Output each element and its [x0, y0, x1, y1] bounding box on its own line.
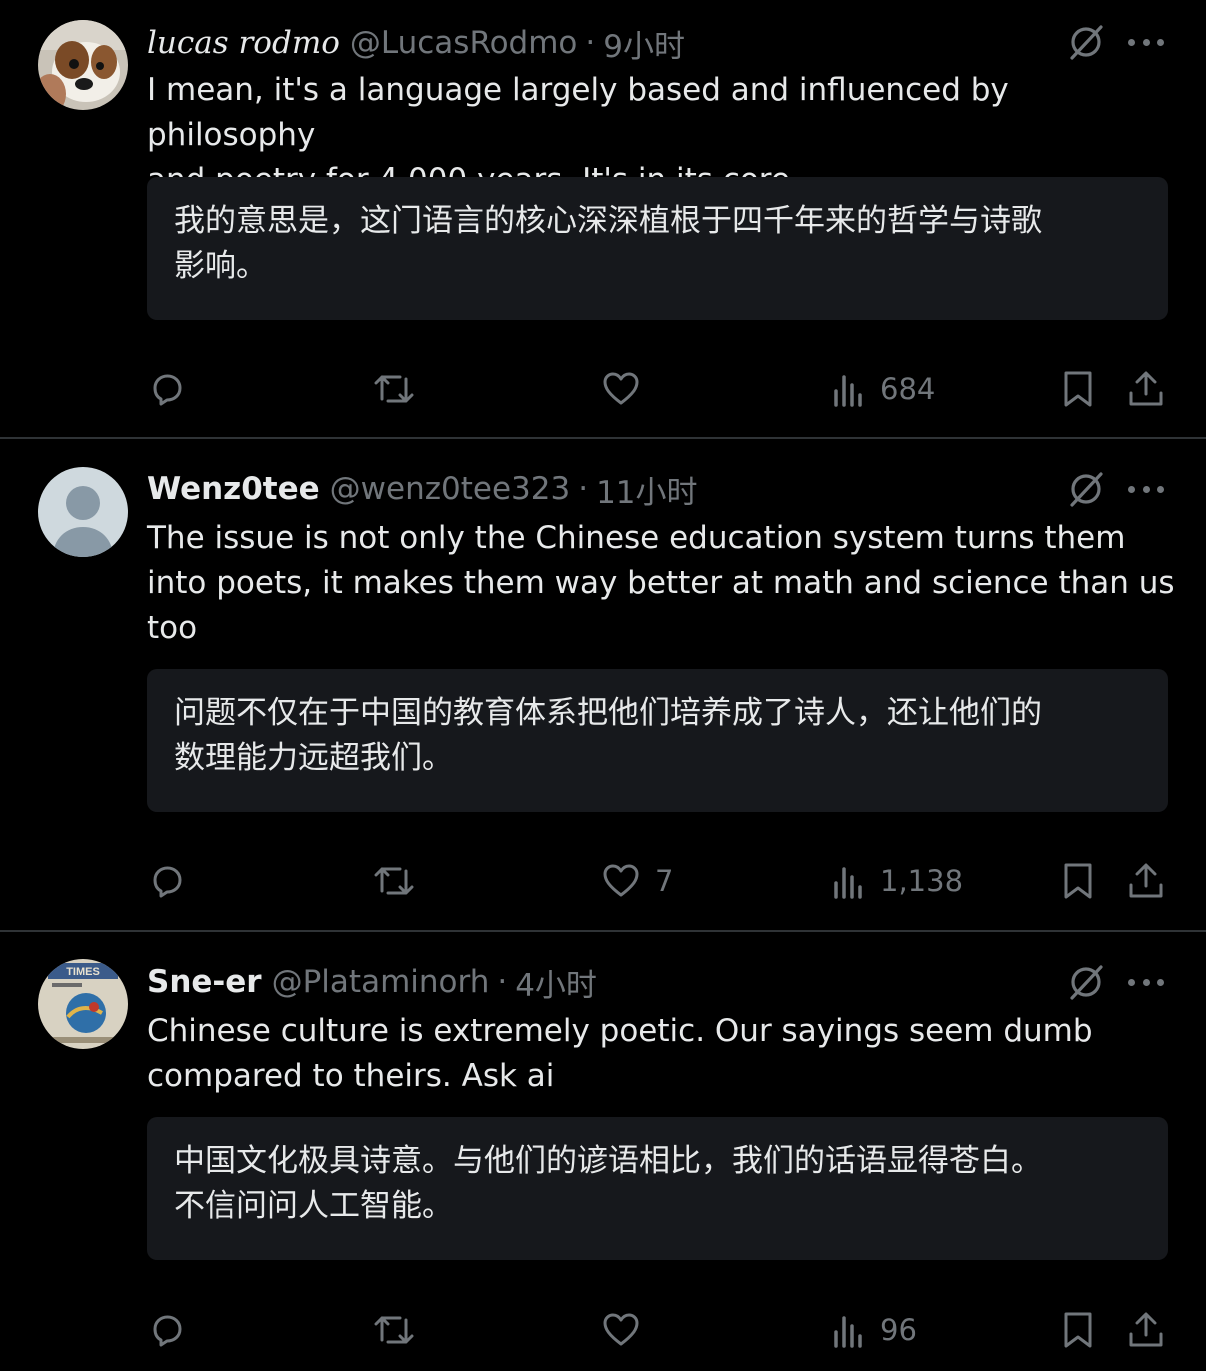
- display-name[interactable]: Wenz0tee: [147, 471, 320, 507]
- grok-icon[interactable]: [1066, 469, 1106, 509]
- translation-box: 中国文化极具诗意。与他们的谚语相比，我们的话语显得苍白。 不信问问人工智能。: [147, 1117, 1168, 1260]
- post-text: The issue is not only the Chinese educat…: [147, 516, 1177, 651]
- reply-button[interactable]: [147, 364, 187, 414]
- views-count: 96: [880, 1313, 917, 1347]
- retweet-button[interactable]: [372, 1305, 416, 1355]
- post-wenz0tee[interactable]: Wenz0tee @wenz0tee323 · 11小时 The issue i…: [0, 440, 1206, 930]
- action-bar: 684: [0, 364, 1206, 414]
- reply-icon: [153, 1315, 182, 1347]
- post-lucasrodmo[interactable]: lucas rodmo @LucasRodmo · 9小时 I mean, it…: [0, 0, 1206, 438]
- share-icon: [1129, 1312, 1163, 1347]
- bookmark-icon: [1064, 863, 1092, 899]
- like-icon: [603, 864, 639, 897]
- like-icon: [603, 1313, 639, 1346]
- translation-line: 影响。: [174, 248, 267, 284]
- post-sne-er[interactable]: TIMES Sne-er @Plataminorh · 4小时 Chinese …: [0, 932, 1206, 1371]
- reply-icon: [153, 374, 182, 406]
- translation-line: 数理能力远超我们。: [174, 740, 453, 776]
- translation-line: 我的意思是，这门语言的核心深深植根于四千年来的哲学与诗歌: [174, 203, 1042, 239]
- timestamp[interactable]: 11小时: [596, 467, 697, 512]
- display-name[interactable]: lucas rodmo: [147, 25, 340, 61]
- share-icon: [1129, 371, 1163, 406]
- reply-icon: [153, 866, 182, 898]
- bookmark-icon: [1064, 371, 1092, 407]
- views-button[interactable]: 684: [830, 364, 935, 414]
- separator-dot: ·: [578, 471, 589, 507]
- avatar-magazine-title: TIMES: [66, 966, 100, 978]
- handle[interactable]: @wenz0tee323: [330, 471, 571, 507]
- like-button[interactable]: [601, 364, 641, 414]
- retweet-icon: [374, 375, 414, 403]
- reply-button[interactable]: [147, 856, 187, 906]
- post-header: Sne-er @Plataminorh · 4小时: [147, 960, 597, 1004]
- grok-icon[interactable]: [1066, 962, 1106, 1002]
- post-header: lucas rodmo @LucasRodmo · 9小时: [147, 21, 685, 65]
- likes-count: 7: [655, 864, 674, 898]
- translation-line: 中国文化极具诗意。与他们的谚语相比，我们的话语显得苍白。: [174, 1143, 1042, 1179]
- translation-box: 我的意思是，这门语言的核心深深植根于四千年来的哲学与诗歌 影响。: [147, 177, 1168, 320]
- handle[interactable]: @LucasRodmo: [350, 25, 578, 61]
- post-text-line: too: [147, 610, 198, 646]
- translation-box: 问题不仅在于中国的教育体系把他们培养成了诗人，还让他们的 数理能力远超我们。: [147, 669, 1168, 812]
- grok-icon[interactable]: [1066, 22, 1106, 62]
- like-icon: [603, 372, 639, 405]
- more-icon[interactable]: [1128, 30, 1164, 54]
- translation-line: 问题不仅在于中国的教育体系把他们培养成了诗人，还让他们的: [174, 695, 1042, 731]
- handle[interactable]: @Plataminorh: [272, 964, 490, 1000]
- views-count: 684: [880, 372, 936, 406]
- bookmark-button[interactable]: [1059, 364, 1097, 414]
- action-bar: 7 1,138: [0, 856, 1206, 906]
- avatar-default[interactable]: [38, 467, 128, 557]
- bookmark-button[interactable]: [1059, 1305, 1097, 1355]
- more-icon[interactable]: [1128, 970, 1164, 994]
- views-count: 1,138: [880, 864, 964, 898]
- avatar-magazine[interactable]: TIMES: [38, 959, 128, 1049]
- share-button[interactable]: [1126, 364, 1166, 414]
- retweet-button[interactable]: [372, 856, 416, 906]
- retweet-icon: [374, 1316, 414, 1344]
- bookmark-icon: [1064, 1312, 1092, 1348]
- translation-line: 不信问问人工智能。: [174, 1188, 453, 1224]
- post-header: Wenz0tee @wenz0tee323 · 11小时: [147, 467, 698, 511]
- action-bar: 96: [0, 1305, 1206, 1355]
- separator-dot: ·: [585, 25, 596, 61]
- post-text-line: into poets, it makes them way better at …: [147, 565, 1175, 601]
- post-text-line: The issue is not only the Chinese educat…: [147, 520, 1126, 556]
- reply-button[interactable]: [147, 1305, 187, 1355]
- like-button[interactable]: 7: [601, 856, 673, 906]
- post-text-line: Chinese culture is extremely poetic. Our…: [147, 1013, 1093, 1049]
- timestamp[interactable]: 4小时: [515, 960, 597, 1005]
- display-name[interactable]: Sne-er: [147, 964, 262, 1000]
- views-button[interactable]: 96: [830, 1305, 917, 1355]
- post-text-line: I mean, it's a language largely based an…: [147, 72, 1009, 153]
- separator-dot: ·: [497, 964, 508, 1000]
- more-icon[interactable]: [1128, 477, 1164, 501]
- views-icon: [834, 867, 862, 899]
- post-text: Chinese culture is extremely poetic. Our…: [147, 1009, 1177, 1099]
- post-text-line: compared to theirs. Ask ai: [147, 1058, 555, 1094]
- bookmark-button[interactable]: [1059, 856, 1097, 906]
- views-button[interactable]: 1,138: [830, 856, 963, 906]
- share-button[interactable]: [1126, 856, 1166, 906]
- views-icon: [834, 375, 862, 407]
- avatar-dog[interactable]: [38, 20, 128, 110]
- post-divider: [0, 437, 1206, 439]
- timestamp[interactable]: 9小时: [603, 21, 685, 66]
- views-icon: [834, 1316, 862, 1348]
- share-button[interactable]: [1126, 1305, 1166, 1355]
- retweet-icon: [374, 867, 414, 895]
- retweet-button[interactable]: [372, 364, 416, 414]
- share-icon: [1129, 863, 1163, 898]
- like-button[interactable]: [601, 1305, 641, 1355]
